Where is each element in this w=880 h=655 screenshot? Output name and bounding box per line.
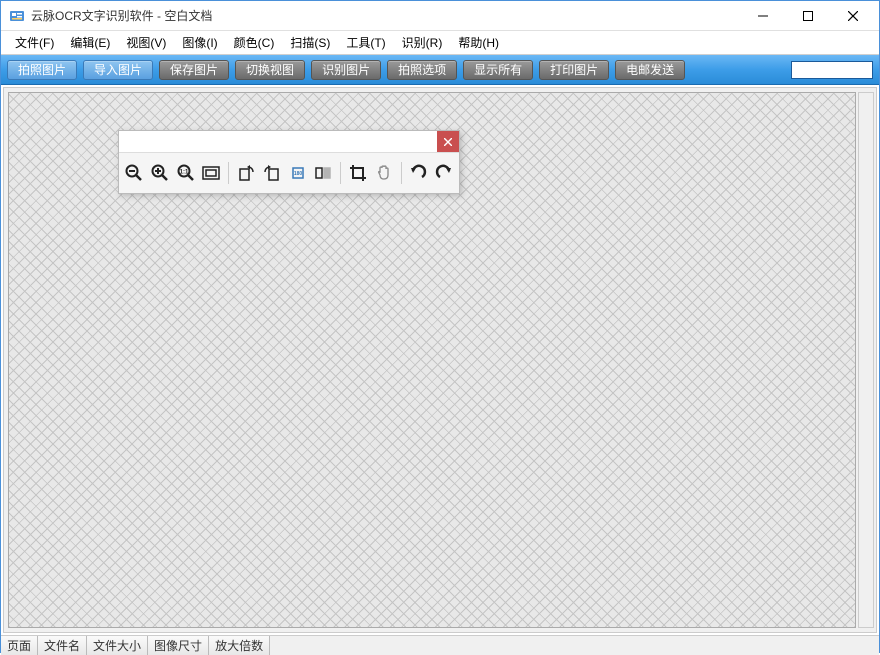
show-all-button[interactable]: 显示所有 bbox=[463, 60, 533, 80]
switch-view-button[interactable]: 切换视图 bbox=[235, 60, 305, 80]
divider bbox=[228, 162, 229, 184]
menu-recognize[interactable]: 识别(R) bbox=[394, 31, 451, 54]
status-page: 页面 bbox=[1, 636, 38, 655]
capture-image-button[interactable]: 拍照图片 bbox=[7, 60, 77, 80]
maximize-button[interactable] bbox=[785, 2, 830, 30]
status-filename: 文件名 bbox=[38, 636, 87, 655]
zoom-fit-icon[interactable] bbox=[200, 159, 222, 187]
minimize-button[interactable] bbox=[740, 2, 785, 30]
statusbar: 页面 文件名 文件大小 图像尺寸 放大倍数 bbox=[1, 635, 879, 655]
save-image-button[interactable]: 保存图片 bbox=[159, 60, 229, 80]
floating-toolbox-tools: 1:1 180 bbox=[119, 153, 459, 193]
status-imagesize: 图像尺寸 bbox=[148, 636, 209, 655]
menu-scan[interactable]: 扫描(S) bbox=[282, 31, 338, 54]
rotate-right-icon[interactable] bbox=[261, 159, 283, 187]
status-zoom: 放大倍数 bbox=[209, 636, 270, 655]
pan-icon[interactable] bbox=[373, 159, 395, 187]
recognize-image-button[interactable]: 识别图片 bbox=[311, 60, 381, 80]
menu-help[interactable]: 帮助(H) bbox=[450, 31, 507, 54]
titlebar: 云脉OCR文字识别软件 - 空白文档 bbox=[1, 1, 879, 31]
menu-view[interactable]: 视图(V) bbox=[118, 31, 174, 54]
divider bbox=[340, 162, 341, 184]
zoom-in-icon[interactable] bbox=[149, 159, 171, 187]
status-filesize: 文件大小 bbox=[87, 636, 148, 655]
flip-icon[interactable] bbox=[312, 159, 334, 187]
crop-icon[interactable] bbox=[347, 159, 369, 187]
menu-tools[interactable]: 工具(T) bbox=[338, 31, 393, 54]
zoom-out-icon[interactable] bbox=[123, 159, 145, 187]
window-controls bbox=[740, 2, 875, 30]
floating-toolbox-input[interactable] bbox=[119, 131, 437, 152]
rotate-left-icon[interactable] bbox=[235, 159, 257, 187]
email-send-button[interactable]: 电邮发送 bbox=[615, 60, 685, 80]
divider bbox=[401, 162, 402, 184]
window-title: 云脉OCR文字识别软件 - 空白文档 bbox=[31, 7, 212, 24]
print-image-button[interactable]: 打印图片 bbox=[539, 60, 609, 80]
app-icon bbox=[9, 8, 25, 24]
import-image-button[interactable]: 导入图片 bbox=[83, 60, 153, 80]
toolbar-input[interactable] bbox=[791, 61, 873, 79]
zoom-actual-icon[interactable]: 1:1 bbox=[175, 159, 197, 187]
redo-icon[interactable] bbox=[433, 159, 455, 187]
close-button[interactable] bbox=[830, 2, 875, 30]
floating-toolbox-header[interactable] bbox=[119, 131, 459, 153]
capture-options-button[interactable]: 拍照选项 bbox=[387, 60, 457, 80]
svg-text:1:1: 1:1 bbox=[179, 170, 188, 176]
svg-text:180: 180 bbox=[293, 171, 302, 177]
menu-file[interactable]: 文件(F) bbox=[7, 31, 62, 54]
menubar: 文件(F) 编辑(E) 视图(V) 图像(I) 颜色(C) 扫描(S) 工具(T… bbox=[1, 31, 879, 55]
main-area: 1:1 180 bbox=[3, 87, 877, 633]
undo-icon[interactable] bbox=[407, 159, 429, 187]
menu-image[interactable]: 图像(I) bbox=[174, 31, 225, 54]
menu-color[interactable]: 颜色(C) bbox=[226, 31, 283, 54]
vertical-scrollbar[interactable] bbox=[858, 92, 874, 628]
rotate-180-icon[interactable]: 180 bbox=[287, 159, 309, 187]
toolbar: 拍照图片 导入图片 保存图片 切换视图 识别图片 拍照选项 显示所有 打印图片 … bbox=[1, 55, 879, 85]
floating-toolbox-close-button[interactable] bbox=[437, 131, 459, 152]
menu-edit[interactable]: 编辑(E) bbox=[62, 31, 118, 54]
floating-toolbox[interactable]: 1:1 180 bbox=[118, 130, 460, 194]
